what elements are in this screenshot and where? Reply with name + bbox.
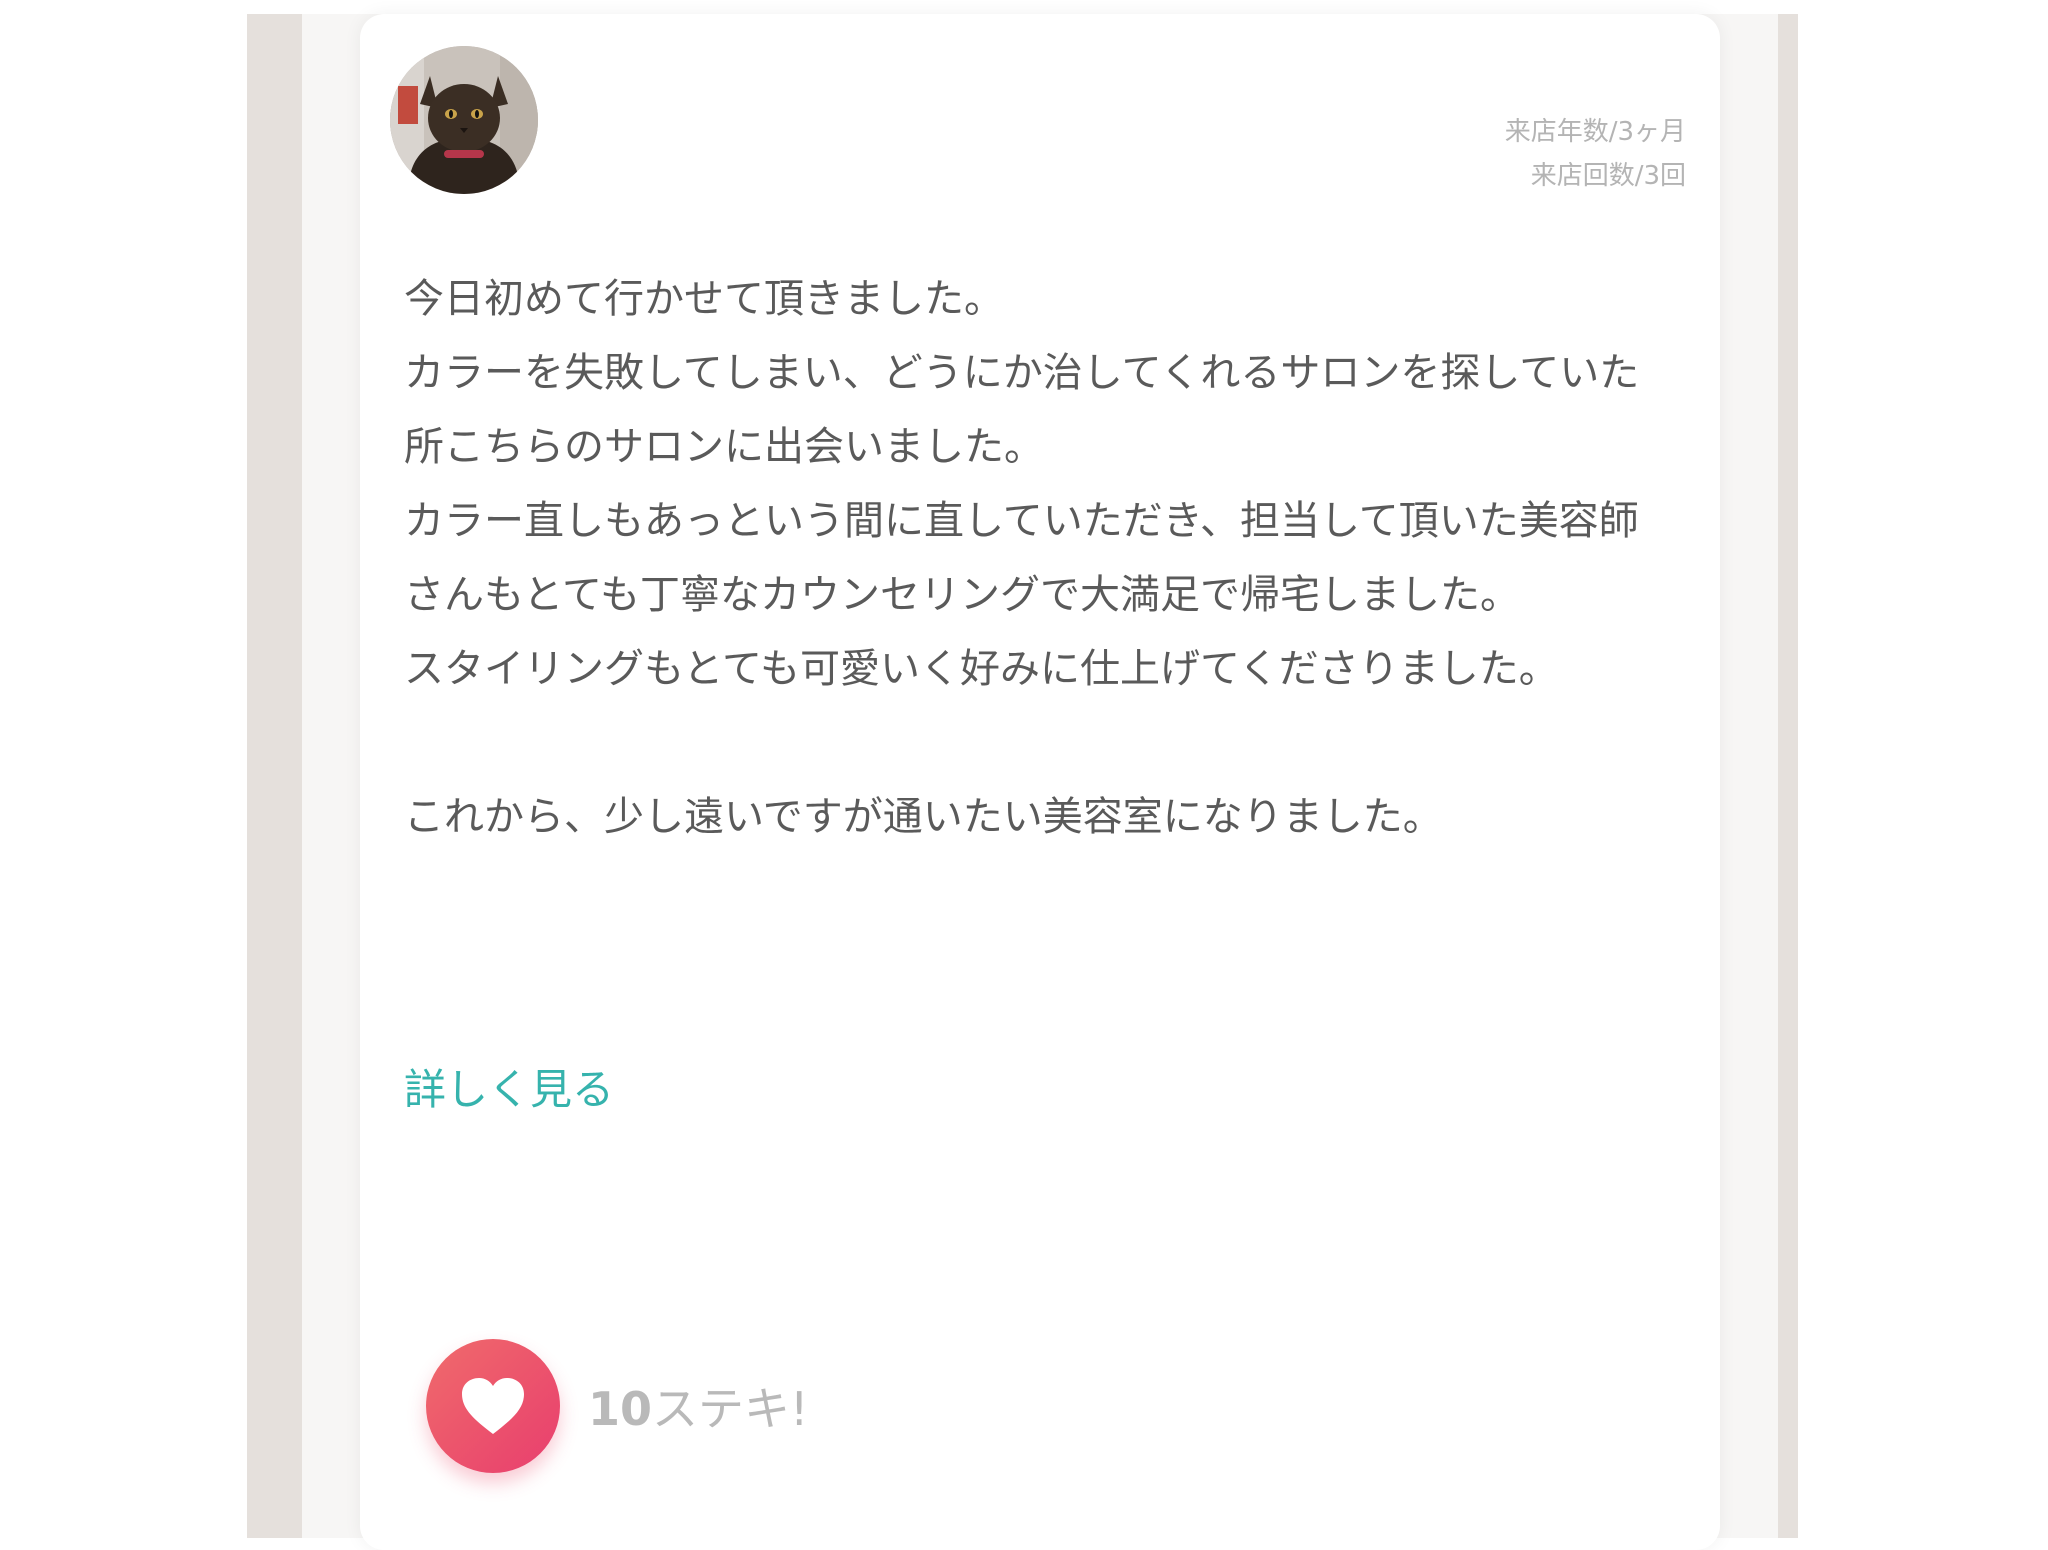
heart-icon: [462, 1378, 524, 1434]
visit-count: 来店回数/3回: [1530, 161, 1686, 191]
like-count-label: ステキ!: [652, 1382, 809, 1436]
visit-years: 来店年数/3ヶ月: [1504, 117, 1686, 147]
review-card: 来店年数/3ヶ月 来店回数/3回 今日初めて行かせて頂きました。 カラーを失敗し…: [360, 14, 1720, 1550]
review-paragraph: カラーを失敗してしまい、どうにか治してくれるサロンを探していた所こちらのサロンに…: [404, 350, 1640, 470]
read-more-link[interactable]: 詳しく見る: [404, 1060, 614, 1120]
review-paragraph: 今日初めて行かせて頂きました。: [404, 276, 1004, 322]
reviewer-avatar[interactable]: [390, 46, 538, 194]
review-paragraph: カラー直しもあっという間に直していただき、担当して頂いた美容師さんもとても丁寧な…: [404, 498, 1639, 618]
review-blank-line: [404, 706, 1674, 780]
like-button[interactable]: [426, 1339, 560, 1473]
cat-avatar-icon: [390, 46, 538, 194]
review-paragraph: これから、少し遠いですが通いたい美容室になりました。: [404, 794, 1443, 840]
visit-info: 来店年数/3ヶ月 来店回数/3回: [1505, 110, 1686, 198]
like-count-number: 10: [588, 1382, 653, 1436]
review-text: 今日初めて行かせて頂きました。 カラーを失敗してしまい、どうにか治してくれるサロ…: [404, 262, 1674, 854]
review-paragraph: スタイリングもとても可愛いく好みに仕上げてくださりました。: [404, 646, 1559, 692]
reaction-area: 10ステキ!: [426, 1338, 808, 1474]
like-count: 10ステキ!: [588, 1373, 808, 1439]
